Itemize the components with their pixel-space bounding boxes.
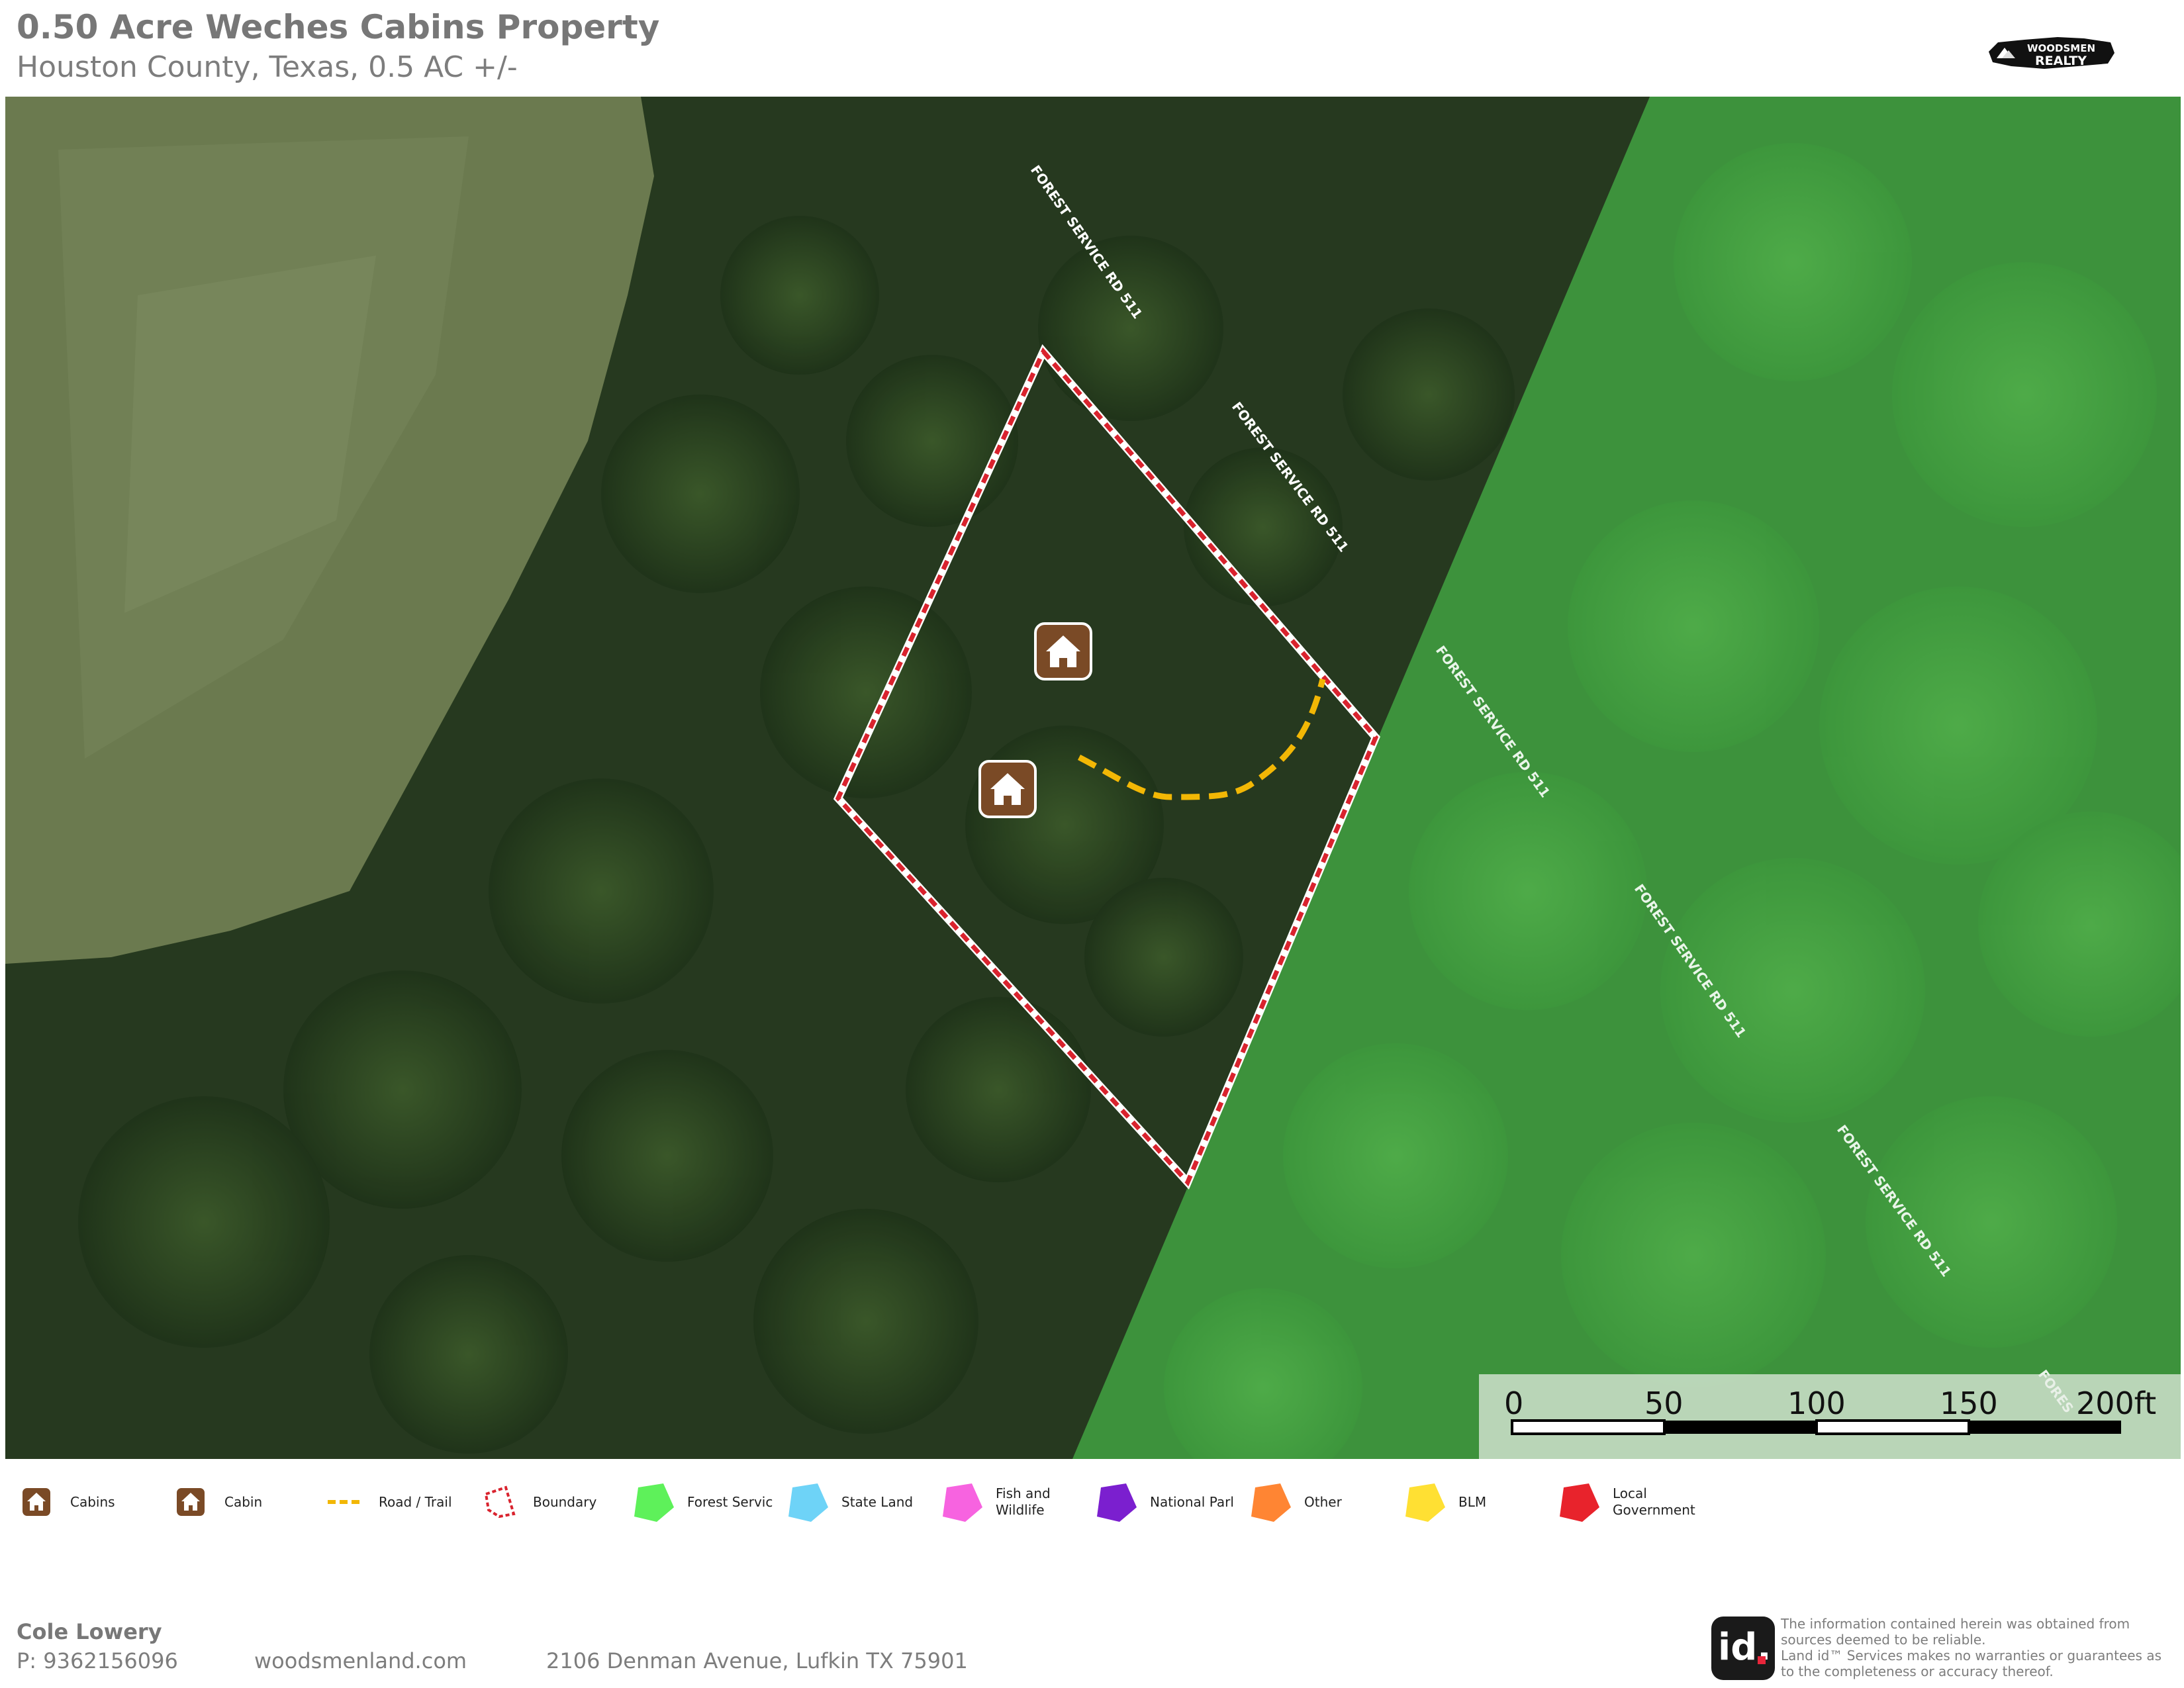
agent-website[interactable]: woodsmenland.com — [254, 1648, 467, 1673]
woodsmen-realty-logo: WOODSMEN REALTY — [1989, 37, 2114, 69]
scale-tick: 150 — [1940, 1385, 1998, 1421]
polygon-icon — [784, 1481, 831, 1523]
legend-item-local-government: Local Government — [1556, 1472, 1699, 1532]
scale-tick: 50 — [1644, 1385, 1684, 1421]
legend-label: Boundary — [533, 1493, 597, 1510]
legend-item-cabin: Cabin — [167, 1472, 310, 1532]
page-subtitle: Houston County, Texas, 0.5 AC +/- — [17, 50, 518, 84]
scale-tick: 100 — [1787, 1385, 1846, 1421]
cabin-icon — [167, 1481, 214, 1523]
polygon-icon — [939, 1481, 985, 1523]
legend-label: Fish and Wildlife — [996, 1485, 1051, 1518]
boundary-polygon-icon — [476, 1481, 522, 1523]
land-id-dot — [1758, 1656, 1766, 1664]
cabin-icon — [13, 1481, 60, 1523]
dashed-line-icon — [322, 1481, 368, 1523]
legend-item-road-trail: Road / Trail — [322, 1472, 465, 1532]
scale-tick: 0 — [1504, 1385, 1523, 1421]
agent-name: Cole Lowery — [17, 1619, 162, 1644]
legend-label: State Land — [841, 1493, 914, 1510]
legend-item-other: Other — [1247, 1472, 1390, 1532]
page-title: 0.50 Acre Weches Cabins Property — [17, 8, 660, 46]
disclaimer-text: The information contained herein was obt… — [1781, 1616, 2162, 1679]
polygon-icon — [1401, 1481, 1448, 1523]
legend-label: Cabin — [224, 1493, 263, 1510]
svg-text:WOODSMEN: WOODSMEN — [2027, 42, 2095, 54]
polygon-icon — [1093, 1481, 1139, 1523]
legend-label: Forest Servic — [687, 1493, 773, 1510]
aerial-map[interactable]: FOREST SERVICE RD 511 FOREST SERVICE RD … — [5, 97, 2181, 1459]
agent-address: 2106 Denman Avenue, Lufkin TX 75901 — [546, 1648, 968, 1673]
legend-label: Cabins — [70, 1493, 115, 1510]
legend-item-boundary: Boundary — [476, 1472, 619, 1532]
cabin-marker[interactable] — [1034, 622, 1092, 680]
cabin-marker[interactable] — [978, 760, 1037, 818]
legend-item-cabins: Cabins — [13, 1472, 156, 1532]
land-id-logo: id. — [1711, 1617, 1775, 1680]
map-legend: Cabins Cabin Road / Trail Boundary Fores… — [0, 1472, 2184, 1552]
legend-item-national-park: National Parl — [1093, 1472, 1236, 1532]
svg-text:REALTY: REALTY — [2035, 54, 2087, 68]
legend-item-blm: BLM — [1401, 1472, 1544, 1532]
legend-label: Road / Trail — [379, 1493, 452, 1510]
legend-label: Other — [1304, 1493, 1342, 1510]
legend-label: Local Government — [1613, 1485, 1695, 1518]
legend-label: BLM — [1458, 1493, 1487, 1510]
scale-bar: 0 50 100 150 200ft — [1479, 1374, 2181, 1459]
agent-phone[interactable]: P: 9362156096 — [17, 1648, 178, 1673]
legend-item-forest-service: Forest Servic — [630, 1472, 773, 1532]
scale-tick: 200ft — [2076, 1385, 2156, 1421]
polygon-icon — [1556, 1481, 1602, 1523]
polygon-icon — [630, 1481, 677, 1523]
legend-label: National Parl — [1150, 1493, 1234, 1510]
polygon-icon — [1247, 1481, 1294, 1523]
legend-item-state-land: State Land — [784, 1472, 927, 1532]
legend-item-fish-and-wildlife: Fish and Wildlife — [939, 1472, 1082, 1532]
